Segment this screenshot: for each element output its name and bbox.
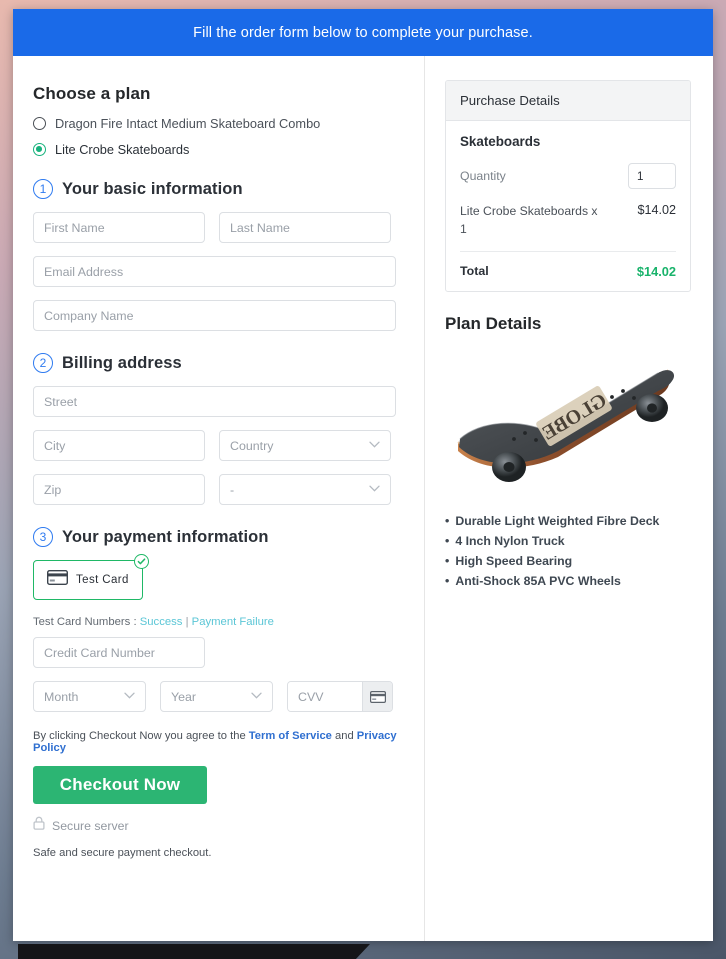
total-label: Total	[460, 264, 489, 279]
lock-icon	[33, 816, 45, 835]
safe-payment-note: Safe and secure payment checkout.	[33, 847, 212, 859]
feature-text: Durable Light Weighted Fibre Deck	[455, 514, 660, 529]
cvv-field-group[interactable]	[287, 681, 393, 712]
step-title: Billing address	[62, 353, 182, 372]
expiry-cvv-row: Month Year	[33, 681, 404, 712]
plan-option-label: Lite Crobe Skateboards	[55, 142, 190, 157]
step-heading-billing-address: 2 Billing address	[33, 353, 404, 373]
payment-method-test-card[interactable]: Test Card	[33, 554, 149, 600]
choose-plan-heading: Choose a plan	[33, 84, 151, 103]
checkout-page-frame: Fill the order form below to complete yo…	[13, 9, 713, 941]
credit-card-icon	[46, 569, 69, 590]
check-circle-icon	[133, 554, 149, 569]
test-card-failure-link[interactable]: Payment Failure	[192, 616, 274, 628]
city-country-row: Country	[33, 430, 404, 461]
step-heading-payment-information: 3 Your payment information	[33, 527, 404, 547]
skateboard-image: GLOBE	[445, 346, 691, 496]
country-select-value: Country	[219, 430, 391, 461]
list-item: • Anti-Shock 85A PVC Wheels	[445, 572, 691, 592]
line-item-amount: $14.02	[637, 203, 676, 217]
country-select[interactable]: Country	[219, 430, 391, 461]
secure-server-row: Secure server	[33, 816, 404, 835]
bullet-icon: •	[445, 554, 450, 569]
checkout-now-button[interactable]: Checkout Now	[33, 766, 207, 804]
purchase-details-header: Purchase Details	[446, 81, 690, 121]
credit-card-icon	[362, 682, 392, 711]
cvv-input[interactable]	[288, 682, 362, 711]
checkout-columns: Choose a plan Dragon Fire Intact Medium …	[13, 56, 713, 941]
step-title: Your payment information	[62, 527, 269, 546]
test-card-numbers-row: Test Card Numbers : Success | Payment Fa…	[33, 616, 404, 628]
street-input[interactable]	[33, 386, 396, 417]
feature-text: Anti-Shock 85A PVC Wheels	[455, 574, 621, 589]
purchase-details-panel: Purchase Details Skateboards Quantity Li…	[445, 80, 691, 293]
name-field-row	[33, 212, 404, 243]
city-input[interactable]	[33, 430, 205, 461]
email-input[interactable]	[33, 256, 396, 287]
expiry-year-value: Year	[160, 681, 273, 712]
bullet-icon: •	[445, 514, 450, 529]
radio-selected-icon[interactable]	[33, 143, 46, 156]
plan-option-lite-crobe[interactable]: Lite Crobe Skateboards	[33, 142, 404, 157]
total-row: Total $14.02	[460, 252, 676, 279]
summary-column: Purchase Details Skateboards Quantity Li…	[425, 56, 713, 941]
list-item: • Durable Light Weighted Fibre Deck	[445, 512, 691, 532]
email-field-row	[33, 256, 404, 287]
payment-method-label: Test Card	[76, 574, 129, 586]
step-heading-basic-information: 1 Your basic information	[33, 179, 404, 199]
test-card-prefix: Test Card Numbers :	[33, 616, 140, 628]
plan-feature-list: • Durable Light Weighted Fibre Deck • 4 …	[445, 512, 691, 592]
step-number-badge: 1	[33, 179, 53, 199]
plan-option-dragon-fire[interactable]: Dragon Fire Intact Medium Skateboard Com…	[33, 116, 404, 131]
company-name-input[interactable]	[33, 300, 396, 331]
test-card-separator: |	[182, 616, 192, 628]
quantity-row: Quantity	[460, 163, 676, 189]
zip-state-row: -	[33, 474, 404, 505]
secure-server-text: Secure server	[52, 818, 129, 833]
terms-middle: and	[331, 730, 357, 742]
last-name-input[interactable]	[219, 212, 391, 243]
test-card-success-link[interactable]: Success	[140, 616, 183, 628]
expiry-month-select[interactable]: Month	[33, 681, 146, 712]
order-form-column: Choose a plan Dragon Fire Intact Medium …	[13, 56, 424, 941]
list-item: • 4 Inch Nylon Truck	[445, 532, 691, 552]
card-number-row	[33, 637, 404, 668]
state-select[interactable]: -	[219, 474, 391, 505]
plan-details-heading: Plan Details	[445, 314, 542, 334]
banner-text: Fill the order form below to complete yo…	[193, 24, 533, 41]
bullet-icon: •	[445, 534, 450, 549]
line-item-row: Lite Crobe Skateboards x 1 $14.02	[460, 203, 676, 253]
street-field-row	[33, 386, 404, 417]
list-item: • High Speed Bearing	[445, 552, 691, 572]
plan-option-label: Dragon Fire Intact Medium Skateboard Com…	[55, 116, 321, 131]
bottom-taskbar-edge	[18, 944, 370, 959]
company-field-row	[33, 300, 404, 331]
step-number-badge: 2	[33, 353, 53, 373]
payment-method-list: Test Card	[33, 554, 404, 600]
zip-input[interactable]	[33, 474, 205, 505]
step-number-badge: 3	[33, 527, 53, 547]
quantity-input[interactable]	[628, 163, 676, 189]
product-group-name: Skateboards	[460, 134, 541, 149]
first-name-input[interactable]	[33, 212, 205, 243]
credit-card-number-input[interactable]	[33, 637, 205, 668]
bullet-icon: •	[445, 574, 450, 589]
term-of-service-link[interactable]: Term of Service	[249, 730, 332, 742]
feature-text: 4 Inch Nylon Truck	[455, 534, 565, 549]
expiry-month-value: Month	[33, 681, 146, 712]
feature-text: High Speed Bearing	[455, 554, 573, 569]
step-title: Your basic information	[62, 179, 243, 198]
purchase-details-body: Skateboards Quantity Lite Crobe Skateboa…	[446, 121, 690, 291]
quantity-label: Quantity	[460, 169, 506, 183]
line-item-description: Lite Crobe Skateboards x 1	[460, 204, 598, 236]
radio-unselected-icon[interactable]	[33, 117, 46, 130]
total-amount: $14.02	[636, 264, 676, 280]
terms-agreement-text: By clicking Checkout Now you agree to th…	[33, 730, 404, 754]
expiry-year-select[interactable]: Year	[160, 681, 273, 712]
terms-prefix: By clicking Checkout Now you agree to th…	[33, 730, 249, 742]
instruction-banner: Fill the order form below to complete yo…	[13, 9, 713, 56]
state-select-value: -	[219, 474, 391, 505]
